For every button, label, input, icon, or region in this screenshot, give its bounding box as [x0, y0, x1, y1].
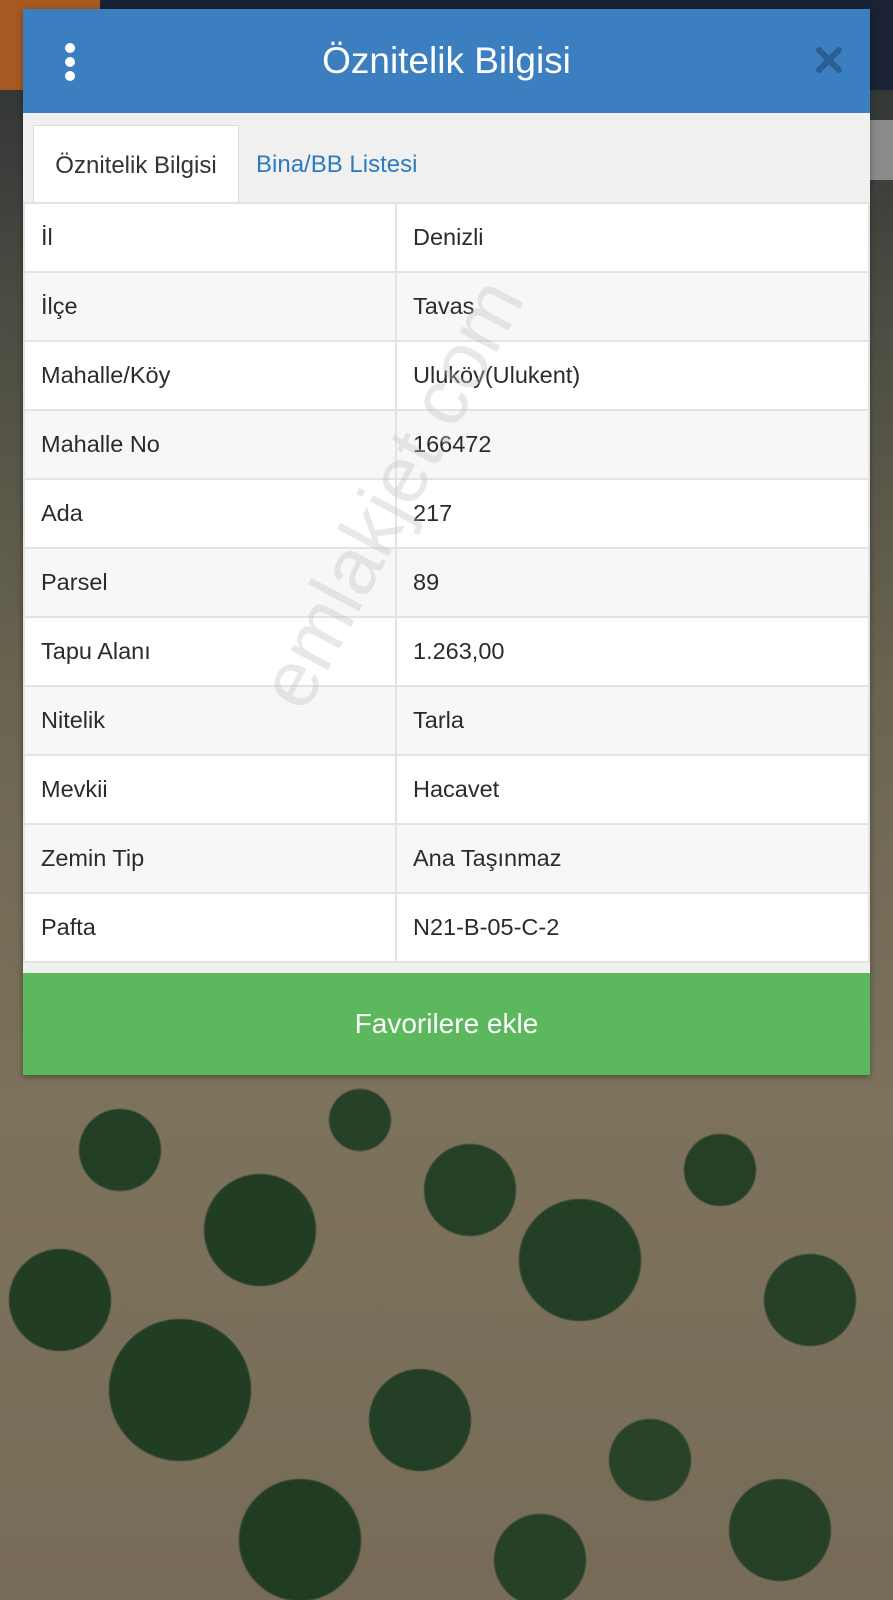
dialog-title: Öznitelik Bilgisi — [322, 40, 571, 81]
table-row: İlçe Tavas — [23, 271, 870, 342]
attribute-value: Tavas — [395, 271, 870, 342]
attribute-key: Mevkii — [23, 754, 397, 825]
attribute-key: Parsel — [23, 547, 397, 618]
attribute-key: İlçe — [23, 271, 397, 342]
table-row: Tapu Alanı 1.263,00 — [23, 616, 870, 687]
attribute-key: Zemin Tip — [23, 823, 397, 894]
table-row: Ada 217 — [23, 478, 870, 549]
attribute-value: 1.263,00 — [395, 616, 870, 687]
attribute-info-dialog: Öznitelik Bilgisi Öznitelik Bilgisi Bina… — [23, 9, 870, 1075]
table-row: Mevkii Hacavet — [23, 754, 870, 825]
table-row: Pafta N21-B-05-C-2 — [23, 892, 870, 963]
attribute-value: Uluköy(Ulukent) — [395, 340, 870, 411]
attribute-value: 217 — [395, 478, 870, 549]
add-to-favorites-button[interactable]: Favorilere ekle — [23, 973, 870, 1075]
attribute-key: Tapu Alanı — [23, 616, 397, 687]
attribute-key: Ada — [23, 478, 397, 549]
attribute-table: İl Denizli İlçe Tavas Mahalle/Köy Uluköy… — [23, 202, 870, 963]
table-row: Mahalle No 166472 — [23, 409, 870, 480]
dialog-header: Öznitelik Bilgisi — [23, 9, 870, 113]
table-row: Nitelik Tarla — [23, 685, 870, 756]
attribute-value: N21-B-05-C-2 — [395, 892, 870, 963]
tab-attribute-info[interactable]: Öznitelik Bilgisi — [33, 125, 239, 207]
attribute-key: Nitelik — [23, 685, 397, 756]
attribute-key: Mahalle/Köy — [23, 340, 397, 411]
table-row: İl Denizli — [23, 202, 870, 273]
attribute-key: Pafta — [23, 892, 397, 963]
table-row: Parsel 89 — [23, 547, 870, 618]
tab-bar: Öznitelik Bilgisi Bina/BB Listesi — [23, 113, 870, 207]
vertical-dots-icon[interactable] — [61, 43, 79, 81]
tab-building-list[interactable]: Bina/BB Listesi — [238, 125, 435, 205]
table-row: Zemin Tip Ana Taşınmaz — [23, 823, 870, 894]
attribute-value: Hacavet — [395, 754, 870, 825]
table-row: Mahalle/Köy Uluköy(Ulukent) — [23, 340, 870, 411]
attribute-value: Ana Taşınmaz — [395, 823, 870, 894]
attribute-value: 89 — [395, 547, 870, 618]
attribute-value: Denizli — [395, 202, 870, 273]
map-scroll-indicator — [870, 120, 893, 180]
attribute-key: İl — [23, 202, 397, 273]
attribute-value: 166472 — [395, 409, 870, 480]
attribute-value: Tarla — [395, 685, 870, 756]
close-icon[interactable] — [814, 45, 844, 75]
attribute-key: Mahalle No — [23, 409, 397, 480]
